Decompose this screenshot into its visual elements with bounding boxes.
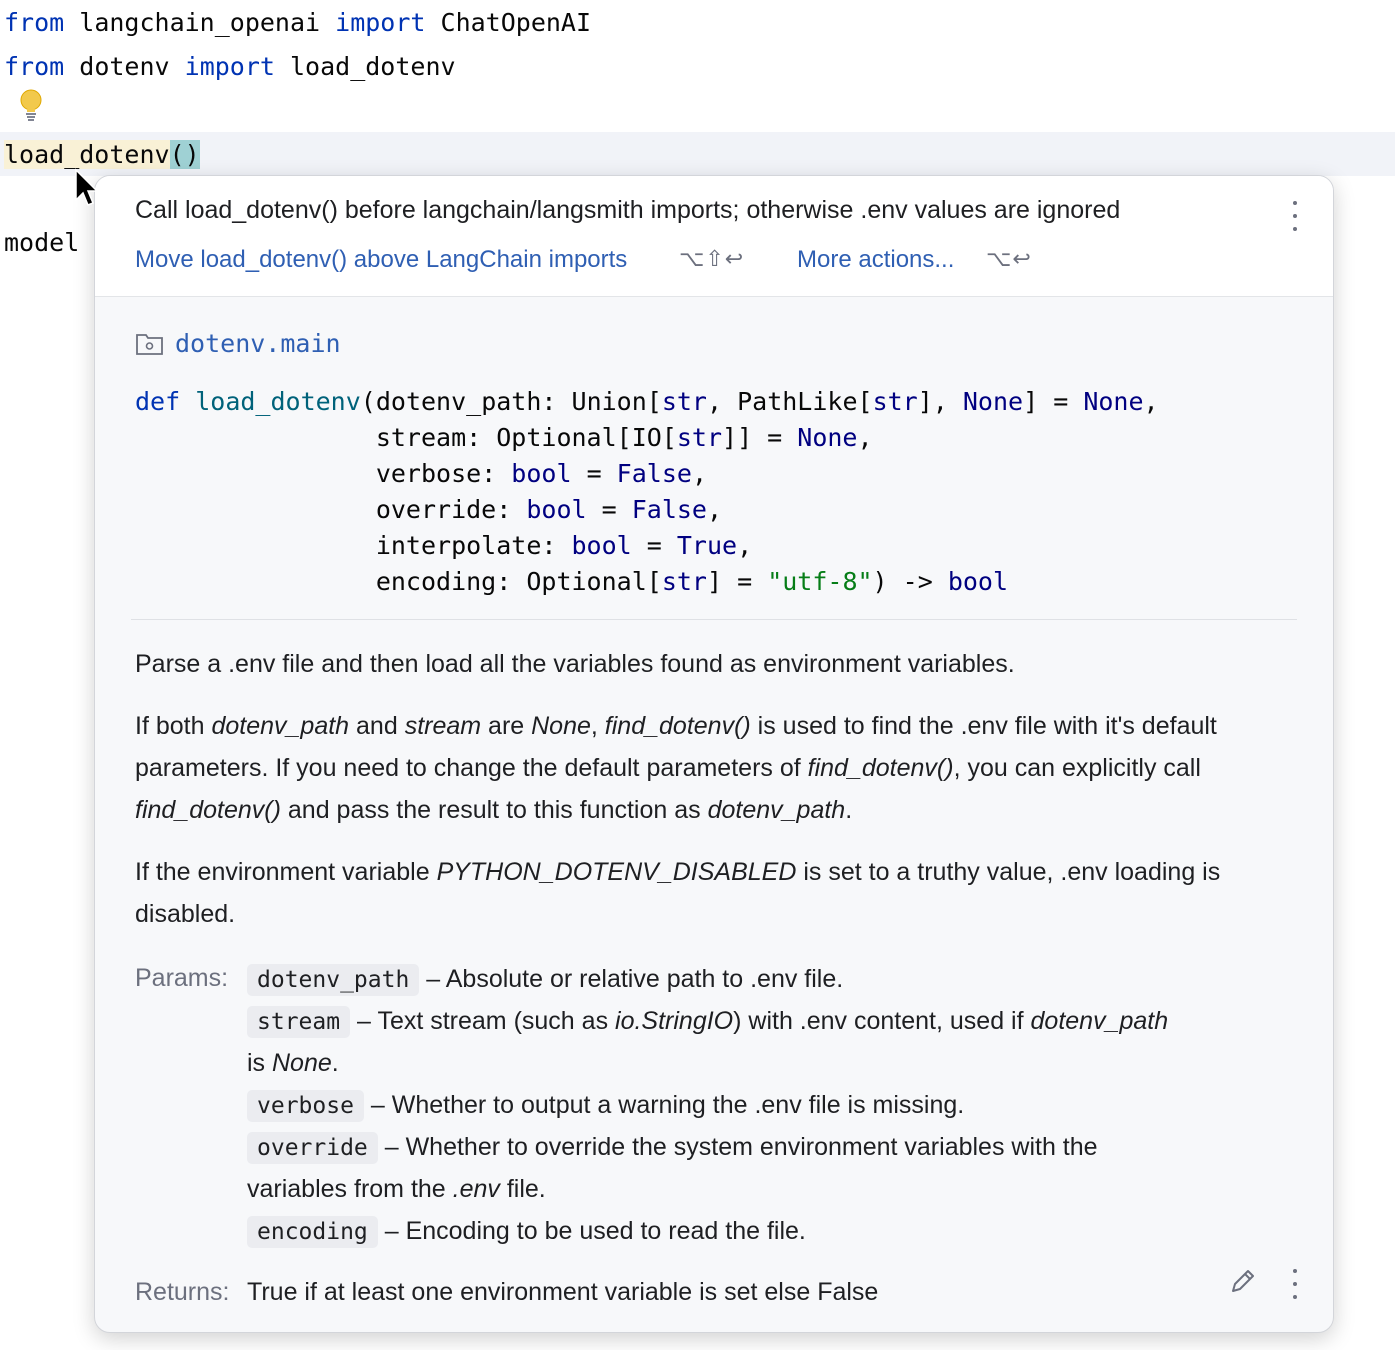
module-reference: dotenv.main — [135, 329, 341, 358]
code-line-3[interactable]: load_dotenv() — [4, 133, 200, 177]
problem-message: Call load_dotenv() before langchain/lang… — [135, 196, 1121, 224]
code-line-5[interactable]: model — [4, 221, 79, 265]
quick-fix-move-load-dotenv-link[interactable]: Move load_dotenv() above LangChain impor… — [135, 246, 627, 274]
load-dotenv-call-warning[interactable]: load_dotenv — [4, 140, 170, 169]
sig-type: bool — [511, 459, 572, 488]
param-desc: – Whether to output a warning the .env f… — [363, 1091, 965, 1119]
sig-type: False — [631, 495, 707, 524]
sig-text: , PathLike[ — [706, 387, 873, 416]
sig-text: = — [571, 459, 617, 488]
sig-text: verbose: — [375, 459, 512, 488]
sig-text: ] = — [706, 567, 768, 596]
param-name: verbose — [247, 1090, 364, 1122]
doc-description: Parse a .env file and then load all the … — [135, 650, 1015, 678]
keyword-import: import — [184, 52, 275, 81]
returns-label: Returns: — [135, 1278, 230, 1306]
quick-fix-shortcut: ⌥⇧↩ — [679, 246, 745, 271]
documentation-popup: Call load_dotenv() before langchain/lang… — [94, 175, 1334, 1333]
lightbulb-icon[interactable] — [18, 88, 44, 122]
more-actions-link[interactable]: More actions... — [797, 246, 954, 274]
mouse-pointer-icon — [75, 168, 99, 206]
paren-match-highlight: () — [169, 140, 200, 169]
imported-name: ChatOpenAI — [425, 8, 592, 37]
param-stream-continued: is None. — [247, 1049, 339, 1077]
sig-text: ], — [917, 387, 963, 416]
sig-text: = — [631, 531, 677, 560]
sig-text: override: — [375, 495, 527, 524]
sig-text: (dotenv_path: Union[ — [360, 387, 662, 416]
param-dotenv-path: dotenv_path – Absolute or relative path … — [247, 958, 1297, 1001]
sig-text: , — [706, 495, 723, 524]
param-name: encoding — [247, 1216, 378, 1248]
more-vertical-icon[interactable] — [1290, 1269, 1300, 1299]
imported-name: load_dotenv — [274, 52, 456, 81]
param-name: override — [247, 1132, 378, 1164]
keyword-import: import — [335, 8, 426, 37]
sig-text: stream: Optional[IO[ — [375, 423, 677, 452]
code-line-2[interactable]: from dotenv import load_dotenv — [4, 45, 456, 89]
sig-text: , — [691, 459, 707, 488]
sig-text: ] = — [1023, 387, 1084, 416]
folder-module-icon — [136, 333, 163, 355]
sig-string: "utf-8" — [767, 567, 873, 596]
param-override-continued: variables from the .env file. — [247, 1175, 546, 1203]
sig-type: False — [616, 459, 692, 488]
sig-text: ) -> — [872, 567, 948, 596]
sig-type: True — [676, 531, 738, 560]
module-name: dotenv — [64, 52, 185, 81]
sig-type: None — [1083, 387, 1144, 416]
param-desc: – Encoding to be used to read the file. — [377, 1217, 806, 1245]
sig-type: bool — [526, 495, 587, 524]
sig-type: bool — [947, 567, 1009, 596]
sig-type: str — [872, 387, 918, 416]
def-keyword: def — [135, 387, 181, 416]
function-signature: def load_dotenv(dotenv_path: Union[str, … — [135, 384, 1159, 600]
module-name: langchain_openai — [64, 8, 336, 37]
divider — [131, 619, 1297, 620]
sig-type: None — [797, 423, 858, 452]
sig-text: ]] = — [722, 423, 798, 452]
param-verbose: verbose – Whether to output a warning th… — [247, 1084, 1297, 1127]
keyword-from: from — [4, 52, 65, 81]
sig-type: str — [661, 387, 707, 416]
param-encoding: encoding – Encoding to be used to read t… — [247, 1210, 1297, 1253]
param-name: dotenv_path — [247, 964, 420, 996]
module-name-link[interactable]: dotenv.main — [175, 329, 341, 358]
sig-type: bool — [571, 531, 632, 560]
more-actions-shortcut: ⌥↩ — [986, 246, 1032, 271]
sig-text: , — [737, 531, 753, 560]
variable-model: model — [4, 228, 80, 257]
param-override: override – Whether to override the syste… — [247, 1126, 1297, 1169]
code-line-1[interactable]: from langchain_openai import ChatOpenAI — [4, 1, 591, 45]
more-vertical-icon[interactable] — [1290, 201, 1300, 231]
sig-text: interpolate: — [375, 531, 572, 560]
doc-paragraph-disabled: If the environment variable PYTHON_DOTEN… — [135, 858, 1221, 928]
doc-paragraph-find-dotenv: If both dotenv_path and stream are None,… — [135, 712, 1217, 824]
sig-text: , — [1143, 387, 1159, 416]
sig-type: None — [962, 387, 1024, 416]
sig-type: str — [661, 567, 707, 596]
current-line-highlight — [0, 132, 1395, 176]
params-label: Params: — [135, 964, 229, 992]
sig-text: encoding: Optional[ — [375, 567, 662, 596]
sig-text: = — [586, 495, 632, 524]
keyword-from: from — [4, 8, 65, 37]
function-name: load_dotenv — [195, 387, 361, 416]
returns-text: True if at least one environment variabl… — [247, 1278, 879, 1306]
param-name: stream — [247, 1006, 351, 1038]
sig-text: , — [857, 423, 873, 452]
sig-type: str — [676, 423, 723, 452]
inspection-header: Call load_dotenv() before langchain/lang… — [95, 176, 1333, 297]
param-desc: – Absolute or relative path to .env file… — [419, 965, 844, 993]
param-stream: stream – Text stream (such as io.StringI… — [247, 1000, 1297, 1043]
pencil-icon[interactable] — [1228, 1266, 1258, 1296]
